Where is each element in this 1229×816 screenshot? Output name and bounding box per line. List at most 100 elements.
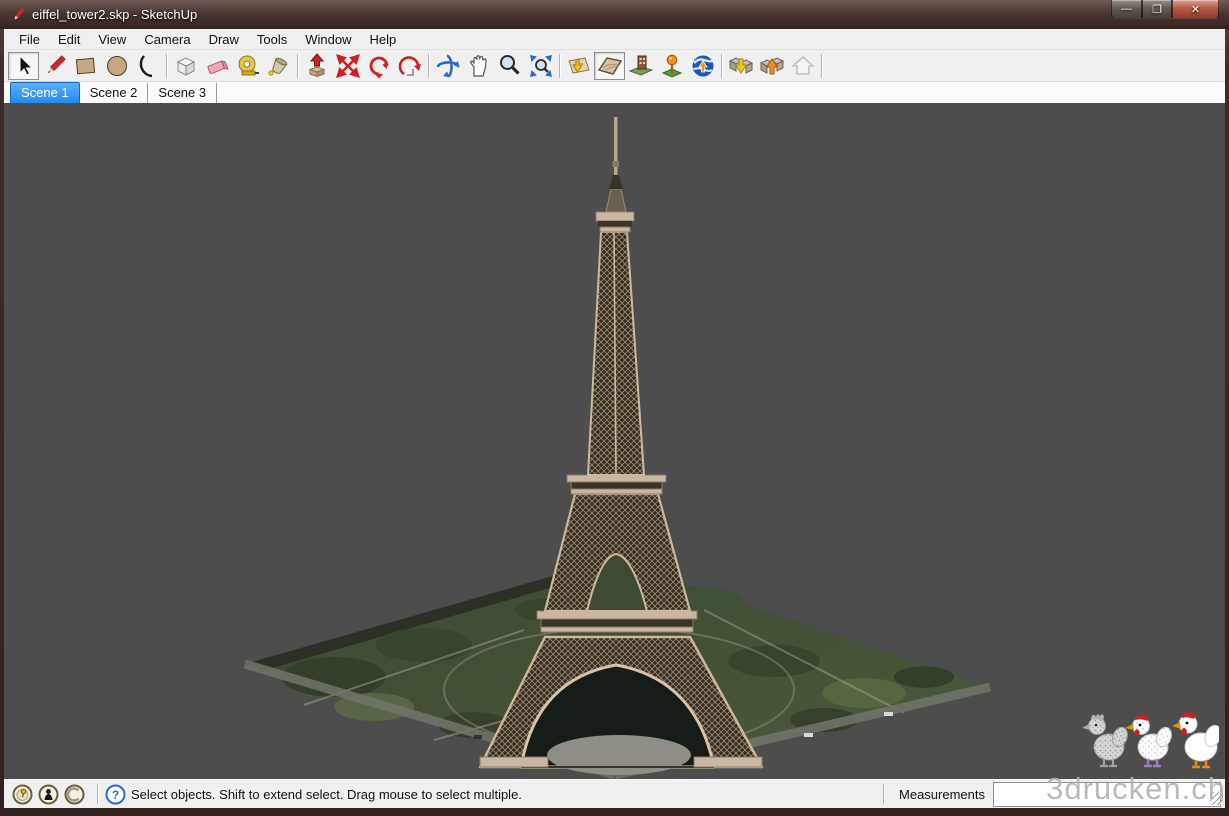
rectangle-icon (73, 53, 99, 79)
svg-text:?: ? (112, 788, 119, 802)
resize-grip[interactable] (1210, 792, 1223, 805)
question-mark-icon: ? (105, 784, 126, 805)
toolbar-separator (821, 54, 822, 78)
menu-tools[interactable]: Tools (248, 30, 296, 49)
zoom-extents-button[interactable] (525, 52, 556, 80)
chicken-figures-watermark (1079, 699, 1219, 777)
circle-tool-button[interactable] (101, 52, 132, 80)
push-pull-icon (304, 53, 330, 79)
menu-camera[interactable]: Camera (135, 30, 199, 49)
offset-icon (397, 53, 423, 79)
offset-tool-button[interactable] (394, 52, 425, 80)
statusbar-separator (97, 784, 98, 804)
toolbar-separator (166, 54, 167, 78)
statusbar-separator (883, 784, 884, 804)
credit-c-icon (64, 784, 85, 805)
status-help-text: Select objects. Shift to extend select. … (131, 787, 522, 802)
toolbar-separator (428, 54, 429, 78)
chicken-sparkle (1082, 714, 1130, 766)
orbit-icon (435, 53, 461, 79)
push-pull-button[interactable] (301, 52, 332, 80)
credit-attribution-button[interactable] (38, 784, 59, 805)
rotate-tool-button[interactable] (363, 52, 394, 80)
menu-help[interactable]: Help (361, 30, 406, 49)
title-bar: eiffel_tower2.skp - SketchUp — ❐ ✕ (0, 0, 1229, 29)
model-viewport[interactable] (4, 105, 1225, 779)
line-tool-button[interactable] (39, 52, 70, 80)
rotate-icon (366, 53, 392, 79)
claim-credit-button[interactable] (64, 784, 85, 805)
status-bar: ? Select objects. Shift to extend select… (4, 779, 1225, 808)
rectangle-tool-button[interactable] (70, 52, 101, 80)
add-location-icon (566, 53, 592, 79)
menu-bar: File Edit View Camera Draw Tools Window … (4, 29, 1225, 50)
toolbar-separator (297, 54, 298, 78)
geo-location-icon (12, 784, 33, 805)
toolbar-separator (721, 54, 722, 78)
minimize-button[interactable]: — (1111, 0, 1142, 19)
eraser-icon (204, 53, 230, 79)
measurements-label: Measurements (899, 787, 985, 802)
menu-draw[interactable]: Draw (200, 30, 248, 49)
share-model-button[interactable] (756, 52, 787, 80)
eraser-tool-button[interactable] (201, 52, 232, 80)
chicken-speckled (1125, 714, 1174, 766)
move-icon (335, 53, 361, 79)
sketchup-app-icon (10, 7, 26, 23)
menu-edit[interactable]: Edit (49, 30, 89, 49)
tab-scene-3[interactable]: Scene 3 (148, 83, 217, 103)
building-maker-pin-icon (659, 53, 685, 79)
chicken-white (1172, 712, 1219, 767)
tape-measure-button[interactable] (232, 52, 263, 80)
photo-textures-icon (628, 53, 654, 79)
zoom-extents-icon (528, 53, 554, 79)
sketchup-window: eiffel_tower2.skp - SketchUp — ❐ ✕ File … (0, 0, 1229, 816)
share-component-button[interactable] (787, 52, 818, 80)
tab-scene-1[interactable]: Scene 1 (10, 82, 80, 103)
toolbar-separator (559, 54, 560, 78)
get-models-button[interactable] (725, 52, 756, 80)
help-status-icon: ? (105, 784, 126, 805)
scene-tab-bar: Scene 1 Scene 2 Scene 3 (4, 82, 1225, 105)
restore-button[interactable]: ❐ (1142, 0, 1172, 19)
menu-view[interactable]: View (89, 30, 135, 49)
pencil-icon (42, 53, 68, 79)
window-frame-bottom (0, 808, 1229, 812)
get-models-icon (728, 53, 754, 79)
share-model-icon (759, 53, 785, 79)
select-tool-button[interactable] (8, 52, 39, 80)
zoom-icon (497, 53, 523, 79)
orbit-tool-button[interactable] (432, 52, 463, 80)
paint-bucket-button[interactable] (263, 52, 294, 80)
menu-window[interactable]: Window (296, 30, 360, 49)
toolbar (4, 50, 1225, 82)
person-icon (38, 784, 59, 805)
tab-scene-2[interactable]: Scene 2 (80, 83, 149, 103)
measurements-input[interactable] (993, 782, 1221, 807)
pan-tool-button[interactable] (463, 52, 494, 80)
pan-hand-icon (466, 53, 492, 79)
arc-icon (135, 53, 161, 79)
make-component-button[interactable] (170, 52, 201, 80)
google-earth-button[interactable] (687, 52, 718, 80)
share-component-house-icon (790, 53, 816, 79)
toggle-terrain-icon (597, 53, 623, 79)
menu-file[interactable]: File (10, 30, 49, 49)
paint-bucket-icon (266, 53, 292, 79)
arc-tool-button[interactable] (132, 52, 163, 80)
tape-measure-icon (235, 53, 261, 79)
window-title: eiffel_tower2.skp - SketchUp (32, 7, 197, 22)
google-earth-globe-icon (690, 53, 716, 79)
component-box-icon (173, 53, 199, 79)
eiffel-tower-model (4, 105, 1225, 779)
move-tool-button[interactable] (332, 52, 363, 80)
add-location-button[interactable] (563, 52, 594, 80)
toggle-terrain-button[interactable] (594, 52, 625, 80)
select-icon (11, 53, 37, 79)
circle-icon (104, 53, 130, 79)
close-button[interactable]: ✕ (1172, 0, 1219, 19)
building-maker-button[interactable] (656, 52, 687, 80)
geo-location-status-button[interactable] (12, 784, 33, 805)
zoom-tool-button[interactable] (494, 52, 525, 80)
photo-textures-button[interactable] (625, 52, 656, 80)
